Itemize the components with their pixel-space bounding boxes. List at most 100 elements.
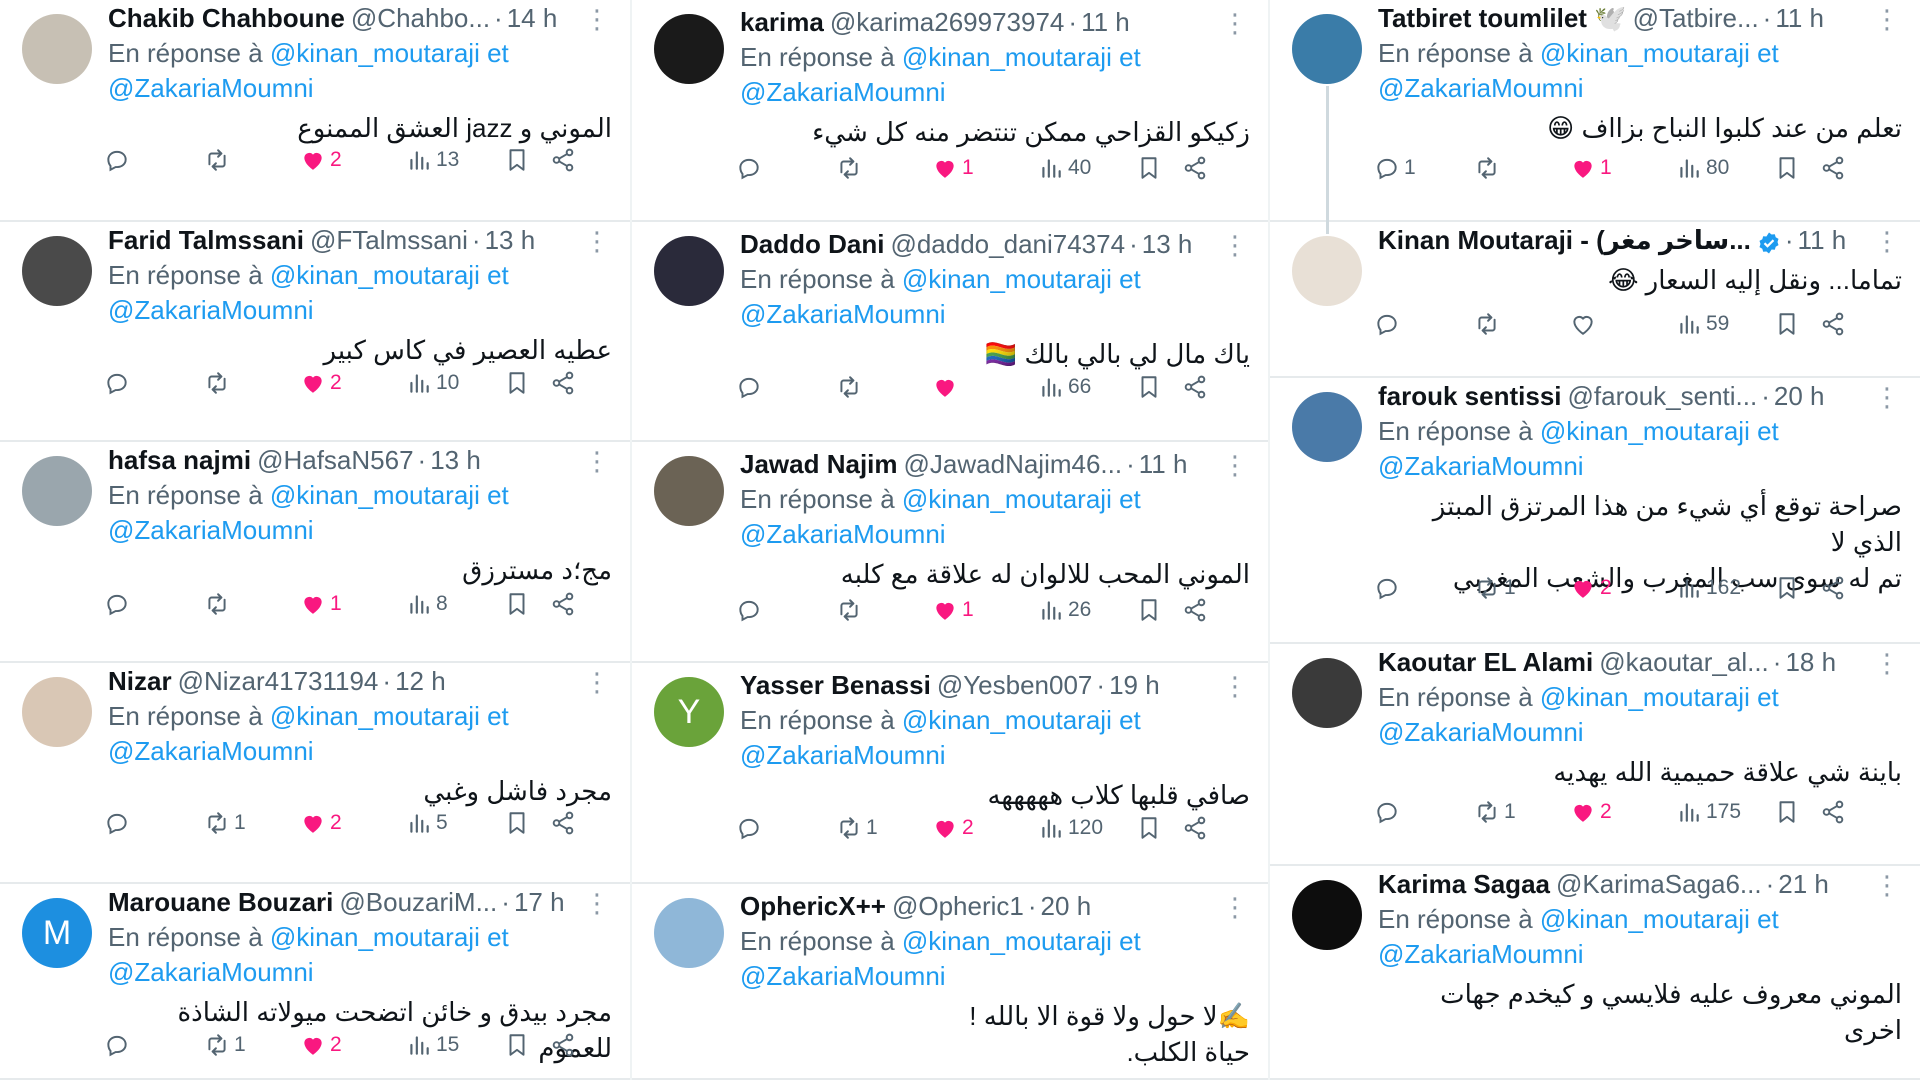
share-button[interactable] [550, 147, 576, 173]
display-name[interactable]: Yasser Benassi [740, 667, 931, 703]
avatar[interactable]: M [22, 898, 92, 968]
retweet-button[interactable]: 1 [836, 815, 878, 841]
more-options-icon[interactable]: ⋮ [1222, 8, 1248, 39]
mention-link[interactable]: @kinan_moutaraji et [270, 480, 509, 510]
like-button[interactable]: 1 [300, 591, 342, 617]
reply-button[interactable] [1374, 311, 1404, 337]
user-handle[interactable]: @BouzariM... [339, 884, 497, 920]
display-name[interactable]: karima [740, 4, 824, 40]
more-options-icon[interactable]: ⋮ [1874, 382, 1900, 413]
mention-link[interactable]: @ZakariaMoumni [108, 736, 314, 766]
display-name[interactable]: Kinan Moutaraji - (ساخر مغر... [1378, 222, 1751, 258]
mention-link[interactable]: @kinan_moutaraji et [1540, 38, 1779, 68]
mention-link[interactable]: @ZakariaMoumni [740, 299, 946, 329]
mention-link[interactable]: @kinan_moutaraji et [902, 926, 1141, 956]
views-button[interactable]: 66 [1038, 374, 1091, 400]
user-handle[interactable]: @kaoutar_al... [1599, 644, 1768, 680]
retweet-button[interactable] [1474, 155, 1504, 181]
display-name[interactable]: Karima Sagaa [1378, 866, 1550, 902]
reply-tweet[interactable]: karima @karima269973974 · 11 h ⋮ En réponse à… [632, 0, 1268, 222]
mention-link[interactable]: @ZakariaMoumni [108, 957, 314, 987]
views-button[interactable]: 59 [1676, 311, 1729, 337]
mention-link[interactable]: @ZakariaMoumni [740, 77, 946, 107]
mention-link[interactable]: @ZakariaMoumni [108, 73, 314, 103]
display-name[interactable]: Jawad Najim [740, 446, 898, 482]
more-options-icon[interactable]: ⋮ [1222, 230, 1248, 261]
display-name[interactable]: Nizar [108, 663, 172, 699]
avatar[interactable] [22, 456, 92, 526]
bookmark-button[interactable] [1774, 155, 1800, 181]
views-button[interactable]: 80 [1676, 155, 1729, 181]
avatar[interactable] [1292, 392, 1362, 462]
share-button[interactable] [1820, 311, 1846, 337]
bookmark-button[interactable] [1136, 597, 1162, 623]
share-button[interactable] [550, 810, 576, 836]
avatar[interactable] [1292, 658, 1362, 728]
bookmark-button[interactable] [504, 147, 530, 173]
views-button[interactable]: 15 [406, 1032, 459, 1058]
views-button[interactable]: 162 [1676, 575, 1741, 601]
reply-tweet[interactable]: Jawad Najim @JawadNajim46... · 11 h ⋮ En répo… [632, 442, 1268, 663]
reply-tweet[interactable]: Kaoutar EL Alami @kaoutar_al... · 18 h ⋮ En r… [1270, 644, 1920, 866]
mention-link[interactable]: @ZakariaMoumni [108, 295, 314, 325]
like-button[interactable]: 1 [1570, 155, 1612, 181]
display-name[interactable]: Marouane Bouzari [108, 884, 333, 920]
share-button[interactable] [1182, 374, 1208, 400]
views-button[interactable]: 5 [406, 810, 448, 836]
views-button[interactable]: 26 [1038, 597, 1091, 623]
share-button[interactable] [550, 370, 576, 396]
mention-link[interactable]: @ZakariaMoumni [740, 740, 946, 770]
like-button[interactable]: 1 [932, 155, 974, 181]
reply-button[interactable] [736, 374, 766, 400]
bookmark-button[interactable] [1774, 575, 1800, 601]
mention-link[interactable]: @kinan_moutaraji et [1540, 416, 1779, 446]
mention-link[interactable]: @kinan_moutaraji et [902, 484, 1141, 514]
avatar[interactable] [22, 677, 92, 747]
views-button[interactable]: 10 [406, 370, 459, 396]
avatar[interactable] [22, 14, 92, 84]
reply-button[interactable] [104, 1032, 134, 1058]
timestamp[interactable]: 19 h [1109, 667, 1160, 703]
user-handle[interactable]: @farouk_senti... [1568, 378, 1758, 414]
reply-tweet[interactable]: Daddo Dani @daddo_dani74374 · 13 h ⋮ En répon… [632, 222, 1268, 442]
timestamp[interactable]: 13 h [485, 222, 536, 258]
share-button[interactable] [550, 591, 576, 617]
mention-link[interactable]: @kinan_moutaraji et [270, 260, 509, 290]
reply-tweet[interactable]: farouk sentissi @farouk_senti... · 20 h ⋮ En … [1270, 378, 1920, 644]
reply-tweet[interactable]: OphericX++ @Opheric1 · 20 h ⋮ En réponse à @k… [632, 884, 1268, 1080]
mention-link[interactable]: @ZakariaMoumni [1378, 939, 1584, 969]
display-name[interactable]: farouk sentissi [1378, 378, 1562, 414]
retweet-button[interactable]: 1 [204, 1032, 246, 1058]
bookmark-button[interactable] [504, 591, 530, 617]
like-button[interactable]: 2 [1570, 575, 1612, 601]
mention-link[interactable]: @kinan_moutaraji et [902, 705, 1141, 735]
mention-link[interactable]: @kinan_moutaraji et [902, 264, 1141, 294]
timestamp[interactable]: 14 h [507, 0, 558, 36]
avatar[interactable] [1292, 880, 1362, 950]
reply-tweet[interactable]: hafsa najmi @HafsaN567 · 13 h ⋮ En réponse à … [0, 442, 630, 663]
user-handle[interactable]: @Nizar41731194 [178, 663, 379, 699]
more-options-icon[interactable]: ⋮ [584, 226, 610, 257]
user-handle[interactable]: @JawadNajim46... [904, 446, 1123, 482]
share-button[interactable] [550, 1032, 576, 1058]
bookmark-button[interactable] [504, 810, 530, 836]
more-options-icon[interactable]: ⋮ [584, 446, 610, 477]
reply-button[interactable] [104, 591, 134, 617]
mention-link[interactable]: @ZakariaMoumni [740, 519, 946, 549]
user-handle[interactable]: @karima269973974 [830, 4, 1065, 40]
user-handle[interactable]: @KarimaSaga6... [1556, 866, 1762, 902]
more-options-icon[interactable]: ⋮ [1874, 4, 1900, 35]
reply-button[interactable] [104, 370, 134, 396]
display-name[interactable]: OphericX++ [740, 888, 886, 924]
timestamp[interactable]: 11 h [1081, 4, 1130, 40]
share-button[interactable] [1182, 597, 1208, 623]
views-button[interactable]: 175 [1676, 799, 1741, 825]
timestamp[interactable]: 20 h [1774, 378, 1825, 414]
user-handle[interactable]: @Chahbo... [351, 0, 490, 36]
share-button[interactable] [1182, 155, 1208, 181]
avatar[interactable] [654, 456, 724, 526]
bookmark-button[interactable] [504, 370, 530, 396]
user-handle[interactable]: @FTalmssani [310, 222, 468, 258]
display-name[interactable]: Farid Talmssani [108, 222, 304, 258]
retweet-button[interactable] [836, 374, 866, 400]
